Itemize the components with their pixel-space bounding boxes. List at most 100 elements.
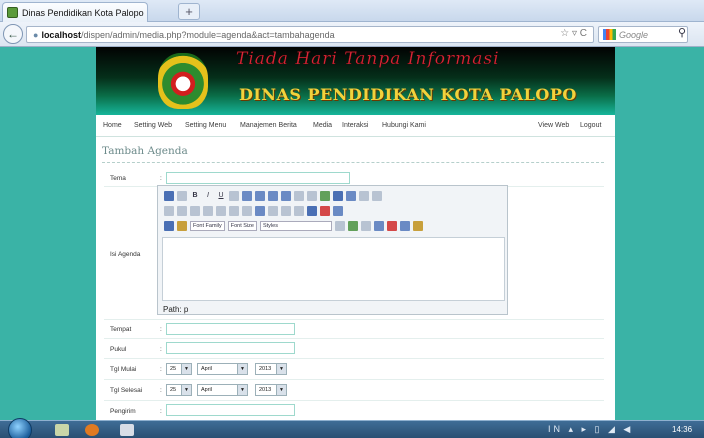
underline-icon[interactable]: U <box>216 191 226 201</box>
os-taskbar: IN ▴ ▸ ▯ ◢ ◀ 14:36 <box>0 418 704 438</box>
file-explorer-icon[interactable] <box>55 424 69 436</box>
tema-input[interactable] <box>166 172 350 184</box>
search-box[interactable]: Google <box>598 26 688 43</box>
paste-icon[interactable] <box>190 206 200 216</box>
subscript-icon[interactable] <box>294 206 304 216</box>
address-bar[interactable]: ● localhost /dispen/admin/media.php?modu… <box>26 26 594 43</box>
bullet-list-icon[interactable] <box>294 191 304 201</box>
text-color-icon[interactable] <box>164 221 174 231</box>
firefox-icon[interactable] <box>85 424 99 436</box>
cleanup-icon[interactable] <box>412 221 423 231</box>
colon: : <box>160 387 162 394</box>
tgl-selesai-year-select[interactable]: 2013 ▼ <box>255 384 287 396</box>
fullscreen-icon[interactable] <box>399 221 410 231</box>
justify-icon[interactable] <box>281 191 291 201</box>
anchor-icon[interactable] <box>333 191 343 201</box>
special-char-icon[interactable] <box>255 206 265 216</box>
menu-item-logout[interactable]: Logout <box>580 122 601 129</box>
site-favicon-icon <box>7 7 18 18</box>
editor-toolbar-row-1: B I U <box>164 190 382 202</box>
menu-item-hubungi-kami[interactable]: Hubungi Kami <box>382 122 426 129</box>
bold-icon[interactable]: B <box>190 191 200 201</box>
admin-menu: Home Setting Web Setting Menu Manajemen … <box>96 115 615 137</box>
font-family-select[interactable]: Font Family <box>190 221 225 231</box>
cut-icon[interactable] <box>164 206 174 216</box>
font-size-select[interactable]: Font Size <box>227 221 257 231</box>
system-tray-icons[interactable]: IN ▴ ▸ ▯ ◢ ◀ <box>548 424 633 435</box>
replace-icon[interactable] <box>347 221 358 231</box>
tgl-selesai-month-select[interactable]: April ▼ <box>197 384 248 396</box>
horizontal-rule-icon[interactable] <box>268 206 278 216</box>
label-tgl-selesai: Tgl Selesai <box>110 387 143 394</box>
chevron-down-icon: ▼ <box>237 385 247 395</box>
browser-tab[interactable]: Dinas Pendidikan Kota Palopo <box>2 2 148 22</box>
superscript-icon[interactable] <box>307 206 317 216</box>
paste-word-icon[interactable] <box>386 221 397 231</box>
menu-item-media[interactable]: Media <box>313 122 332 129</box>
redo-icon[interactable] <box>216 206 226 216</box>
browser-nav-bar: ← ● localhost /dispen/admin/media.php?mo… <box>0 22 704 47</box>
remove-format-icon[interactable] <box>281 206 291 216</box>
align-right-icon[interactable] <box>268 191 278 201</box>
editor-toolbar-row-2 <box>164 205 343 217</box>
tgl-selesai-day-select[interactable]: 25 ▼ <box>166 384 192 396</box>
copy-icon[interactable] <box>177 206 187 216</box>
menu-item-interaksi[interactable]: Interaksi <box>342 122 368 129</box>
start-orb-icon[interactable] <box>8 418 32 438</box>
italic-icon[interactable]: I <box>203 191 213 201</box>
taskbar-clock[interactable]: 14:36 <box>672 425 692 434</box>
selected-value: April <box>201 366 213 372</box>
link-icon[interactable] <box>229 206 239 216</box>
tgl-mulai-day-select[interactable]: 25 ▼ <box>166 363 192 375</box>
ltr-icon[interactable] <box>359 191 369 201</box>
strikethrough-icon[interactable] <box>229 191 239 201</box>
menu-item-home[interactable]: Home <box>103 122 122 129</box>
tempat-input[interactable] <box>166 323 295 335</box>
bookmark-reload-icons[interactable]: ☆ ▿ C <box>560 28 587 39</box>
unlink-icon[interactable] <box>242 206 252 216</box>
colon: : <box>160 326 162 333</box>
rich-text-editor: B I U Font Family Font Size Styles Path:… <box>157 185 508 315</box>
insert-image-icon[interactable] <box>320 191 330 201</box>
form-row-tgl-selesai: Tgl Selesai : 25 ▼ April ▼ 2013 ▼ <box>104 380 604 401</box>
find-icon[interactable] <box>334 221 345 231</box>
selected-value: 25 <box>170 387 177 393</box>
search-icon[interactable]: ⚲ <box>678 26 686 39</box>
table-icon[interactable] <box>346 191 356 201</box>
back-arrow-icon[interactable]: ← <box>3 24 23 44</box>
menu-item-setting-web[interactable]: Setting Web <box>134 122 172 129</box>
document-app-icon[interactable] <box>120 424 134 436</box>
google-icon <box>603 29 616 40</box>
menu-item-manajemen-berita[interactable]: Manajemen Berita <box>240 122 297 129</box>
label-tema: Tema <box>110 175 126 182</box>
numbered-list-icon[interactable] <box>307 191 317 201</box>
pengirim-input[interactable] <box>166 404 295 416</box>
editor-toolbar-row-3: Font Family Font Size Styles <box>164 220 423 232</box>
new-document-icon[interactable] <box>177 191 187 201</box>
styles-select[interactable]: Styles <box>259 221 332 231</box>
search-placeholder: Google <box>619 29 649 40</box>
menu-item-setting-menu[interactable]: Setting Menu <box>185 122 226 129</box>
undo-icon[interactable] <box>203 206 213 216</box>
new-tab-button[interactable]: + <box>178 3 200 20</box>
align-left-icon[interactable] <box>242 191 252 201</box>
selected-value: 2013 <box>259 366 272 372</box>
form-row-pengirim: Pengirim : <box>104 401 604 420</box>
pukul-input[interactable] <box>166 342 295 354</box>
selected-value: 25 <box>170 366 177 372</box>
menu-item-view-web[interactable]: View Web <box>538 122 569 129</box>
highlight-color-icon[interactable] <box>177 221 187 231</box>
rtl-icon[interactable] <box>372 191 382 201</box>
save-icon[interactable] <box>164 191 174 201</box>
editor-content-area[interactable] <box>162 237 505 301</box>
paste-text-icon[interactable] <box>373 221 384 231</box>
tgl-mulai-month-select[interactable]: April ▼ <box>197 363 248 375</box>
chevron-down-icon: ▼ <box>237 364 247 374</box>
media-icon[interactable] <box>333 206 343 216</box>
site-banner: Tiada Hari Tanpa Informasi DINAS PENDIDI… <box>96 47 615 115</box>
html-source-icon[interactable] <box>320 206 330 216</box>
tgl-mulai-year-select[interactable]: 2013 ▼ <box>255 363 287 375</box>
align-center-icon[interactable] <box>255 191 265 201</box>
chevron-down-icon: ▼ <box>276 364 286 374</box>
cut-icon[interactable] <box>360 221 371 231</box>
